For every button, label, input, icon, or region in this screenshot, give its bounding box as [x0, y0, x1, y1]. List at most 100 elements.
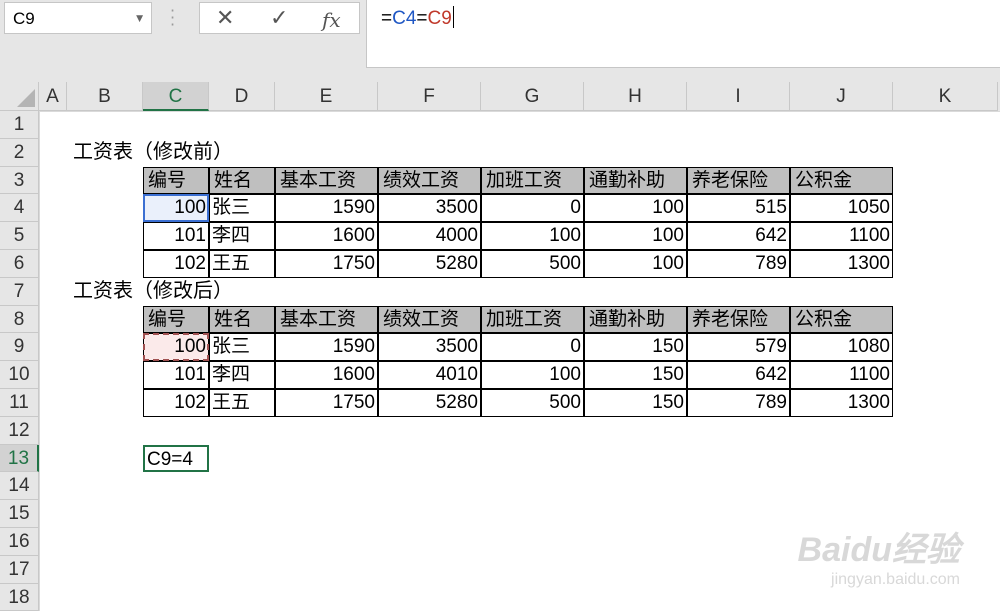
row-header-6[interactable]: 6 [0, 250, 39, 278]
table2-header-cell[interactable]: 通勤补助 [584, 305, 687, 334]
table1-data-cell[interactable]: 5280 [378, 250, 481, 278]
table2-data-cell[interactable]: 5280 [378, 389, 481, 417]
table1-data-cell[interactable]: 642 [687, 222, 790, 250]
table2-data-cell[interactable]: 150 [584, 361, 687, 389]
resize-handle-icon[interactable]: · · · [170, 3, 175, 33]
table2-data-cell[interactable]: 1080 [790, 333, 893, 362]
table2-header-cell[interactable]: 姓名 [209, 305, 275, 334]
table1-header-cell[interactable]: 公积金 [790, 166, 893, 195]
table2-data-cell[interactable]: 102 [143, 389, 209, 417]
formula-input[interactable]: =C4=C9 [366, 0, 1000, 68]
table2-data-cell[interactable]: 3500 [378, 333, 481, 362]
table2-data-cell[interactable]: 0 [481, 333, 584, 362]
active-cell-editor[interactable]: 4=C9 [143, 444, 209, 473]
table1-data-cell[interactable]: 4000 [378, 222, 481, 250]
table2-header-cell[interactable]: 公积金 [790, 305, 893, 334]
table2-data-cell[interactable]: 4010 [378, 361, 481, 389]
table1-header-cell[interactable]: 通勤补助 [584, 166, 687, 195]
table1-data-cell[interactable]: 500 [481, 250, 584, 278]
column-header-I[interactable]: I [687, 82, 790, 111]
select-all-button[interactable] [0, 82, 39, 111]
row-header-12[interactable]: 12 [0, 416, 39, 445]
row-header-4[interactable]: 4 [0, 194, 39, 223]
table2-data-cell[interactable]: 150 [584, 333, 687, 362]
column-header-B[interactable]: B [67, 82, 143, 111]
table1-data-cell[interactable]: 100 [584, 194, 687, 223]
table2-data-cell[interactable]: 100 [481, 361, 584, 389]
table1-title[interactable]: 工资表（修改前） [67, 139, 233, 167]
table2-title[interactable]: 工资表（修改后） [67, 278, 233, 306]
table1-data-cell[interactable]: 101 [143, 222, 209, 250]
table2-data-cell[interactable]: 王五 [209, 389, 275, 417]
table1-header-cell[interactable]: 加班工资 [481, 166, 584, 195]
table2-data-cell[interactable]: 1100 [790, 361, 893, 389]
column-header-F[interactable]: F [378, 82, 481, 111]
row-header-10[interactable]: 10 [0, 361, 39, 389]
table1-data-cell[interactable]: 100 [584, 250, 687, 278]
row-header-11[interactable]: 11 [0, 389, 39, 417]
enter-check-icon[interactable]: ✓ [270, 6, 288, 31]
table2-data-cell[interactable]: 李四 [209, 361, 275, 389]
row-header-1[interactable]: 1 [0, 111, 39, 139]
row-header-17[interactable]: 17 [0, 555, 39, 584]
table1-data-cell[interactable]: 3500 [378, 194, 481, 223]
table1-header-cell[interactable]: 基本工资 [275, 166, 378, 195]
table1-header-cell[interactable]: 养老保险 [687, 166, 790, 195]
column-header-J[interactable]: J [790, 82, 893, 111]
table1-data-cell[interactable]: 1750 [275, 250, 378, 278]
insert-function-icon[interactable]: fx [322, 8, 341, 32]
table2-data-cell[interactable]: 150 [584, 389, 687, 417]
row-header-15[interactable]: 15 [0, 500, 39, 528]
table2-data-cell[interactable]: 1750 [275, 389, 378, 417]
table2-data-cell[interactable]: 1590 [275, 333, 378, 362]
table1-data-cell[interactable]: 515 [687, 194, 790, 223]
table2-header-cell[interactable]: 绩效工资 [378, 305, 481, 334]
table1-data-cell[interactable]: 1300 [790, 250, 893, 278]
row-header-8[interactable]: 8 [0, 305, 39, 334]
table2-data-cell[interactable]: 1600 [275, 361, 378, 389]
row-header-7[interactable]: 7 [0, 277, 39, 306]
table2-data-cell[interactable]: 500 [481, 389, 584, 417]
name-box[interactable]: C9 ▼ [4, 2, 152, 34]
column-header-E[interactable]: E [275, 82, 378, 111]
table1-data-cell[interactable]: 李四 [209, 222, 275, 250]
table2-data-cell[interactable]: 642 [687, 361, 790, 389]
row-header-3[interactable]: 3 [0, 166, 39, 195]
column-header-A[interactable]: A [39, 82, 67, 111]
table1-data-cell[interactable]: 100 [481, 222, 584, 250]
row-header-9[interactable]: 9 [0, 333, 39, 362]
row-header-2[interactable]: 2 [0, 138, 39, 167]
row-header-16[interactable]: 16 [0, 528, 39, 556]
chevron-down-icon[interactable]: ▼ [136, 14, 143, 24]
table2-data-cell[interactable]: 579 [687, 333, 790, 362]
column-header-D[interactable]: D [209, 82, 275, 111]
table1-header-cell[interactable]: 绩效工资 [378, 166, 481, 195]
table1-data-cell[interactable]: 王五 [209, 250, 275, 278]
table1-header-cell[interactable]: 编号 [143, 166, 209, 195]
table2-header-cell[interactable]: 加班工资 [481, 305, 584, 334]
table2-data-cell[interactable]: 1300 [790, 389, 893, 417]
table2-header-cell[interactable]: 养老保险 [687, 305, 790, 334]
table2-data-cell[interactable]: 100 [143, 333, 209, 362]
table1-data-cell[interactable]: 789 [687, 250, 790, 278]
row-header-14[interactable]: 14 [0, 472, 39, 501]
table2-data-cell[interactable]: 101 [143, 361, 209, 389]
column-header-K[interactable]: K [893, 82, 998, 111]
column-header-H[interactable]: H [584, 82, 687, 111]
column-header-C[interactable]: C [143, 82, 209, 111]
table1-data-cell[interactable]: 1600 [275, 222, 378, 250]
table1-data-cell[interactable]: 1590 [275, 194, 378, 223]
row-header-18[interactable]: 18 [0, 583, 39, 611]
row-header-13[interactable]: 13 [0, 444, 39, 473]
table1-data-cell[interactable]: 1050 [790, 194, 893, 223]
table1-data-cell[interactable]: 102 [143, 250, 209, 278]
row-header-5[interactable]: 5 [0, 222, 39, 250]
table2-data-cell[interactable]: 789 [687, 389, 790, 417]
table1-header-cell[interactable]: 姓名 [209, 166, 275, 195]
table2-header-cell[interactable]: 基本工资 [275, 305, 378, 334]
table1-data-cell[interactable]: 100 [584, 222, 687, 250]
table1-data-cell[interactable]: 0 [481, 194, 584, 223]
column-header-G[interactable]: G [481, 82, 584, 111]
table1-data-cell[interactable]: 1100 [790, 222, 893, 250]
table1-data-cell[interactable]: 100 [143, 194, 209, 223]
